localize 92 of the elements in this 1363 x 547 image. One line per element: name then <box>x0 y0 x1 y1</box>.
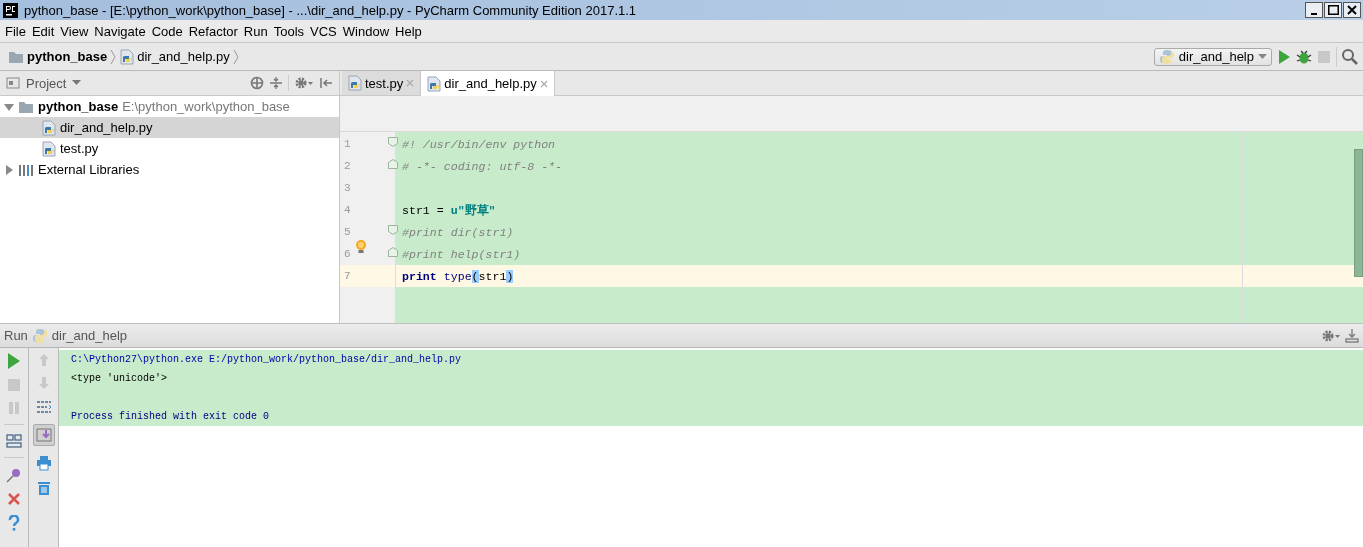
app-logo-icon <box>3 2 18 18</box>
tree-item[interactable]: python_base E:\python_work\python_base <box>0 96 339 117</box>
python-file-icon <box>42 119 56 136</box>
code-line: #print help(str1) <box>401 247 521 261</box>
editor-tab[interactable]: test.py <box>342 71 422 95</box>
line-number: 6 <box>344 248 351 260</box>
chevron-icon <box>232 47 239 66</box>
menu-item[interactable]: Run <box>242 23 273 39</box>
line-number: 3 <box>344 182 351 194</box>
project-view-dropdown[interactable]: Project <box>6 75 104 91</box>
line-number: 7 <box>344 270 351 282</box>
expanded-arrow-icon[interactable] <box>4 101 14 112</box>
tree-label: dir_and_help.py <box>60 120 153 135</box>
lightbulb-icon[interactable] <box>355 239 367 254</box>
scrollbar-thumb[interactable] <box>1354 149 1363 277</box>
python-file-icon <box>120 48 135 65</box>
menu-item[interactable]: VCS <box>309 23 342 39</box>
window-title: python_base - [E:\python_work\python_base] - ...\dir_and_help.py - PyCharm Community Edition 2017.1.1 <box>24 2 638 18</box>
project-icon <box>6 77 20 89</box>
dropdown-arrow-icon <box>1258 53 1267 60</box>
settings-icon[interactable] <box>294 76 314 90</box>
breadcrumb[interactable]: python_base <box>27 49 108 64</box>
breadcrumb[interactable]: dir_and_help.py <box>137 49 230 64</box>
code-line: # -*- coding: utf-8 -*- <box>401 159 563 173</box>
run-tab-label[interactable]: dir_and_help <box>51 328 128 343</box>
code-line: print type(str1) <box>401 269 514 283</box>
crosshair-icon[interactable] <box>250 76 264 90</box>
scroll-to-end-button[interactable] <box>32 424 55 446</box>
folder-icon <box>18 99 34 114</box>
editor-tab[interactable]: dir_and_help.py <box>421 71 555 96</box>
python-file-icon <box>42 140 56 157</box>
maximize-icon <box>1327 5 1339 15</box>
library-icon <box>18 162 34 177</box>
scroll-to-end-icon <box>35 427 52 443</box>
tree-item[interactable]: dir_and_help.py <box>0 117 339 138</box>
help-icon[interactable] <box>8 515 20 531</box>
search-icon[interactable] <box>1341 47 1359 66</box>
collapsed-arrow-icon[interactable] <box>4 164 14 175</box>
close-icon[interactable] <box>7 492 21 506</box>
menu-item[interactable]: Help <box>394 23 427 39</box>
code-line: str1 = u"野草" <box>401 202 496 218</box>
line-number: 1 <box>344 138 351 150</box>
minimize-icon <box>1311 13 1317 15</box>
menu-item[interactable]: View <box>59 23 94 39</box>
close-icon <box>1347 5 1357 15</box>
python-icon <box>1158 48 1175 65</box>
folder-icon <box>8 49 24 64</box>
line-number: 4 <box>344 204 351 216</box>
code-line: #print dir(str1) <box>401 225 514 239</box>
line-number: 2 <box>344 160 351 172</box>
minimize-button[interactable] <box>1305 2 1323 18</box>
line-number: 5 <box>344 226 351 238</box>
python-icon <box>31 327 48 344</box>
run-icon[interactable] <box>7 353 21 369</box>
close-button[interactable] <box>1343 2 1361 18</box>
menu-item[interactable]: Window <box>341 23 395 39</box>
fold-marker-icon[interactable] <box>388 225 398 235</box>
print-icon[interactable] <box>35 455 52 471</box>
fold-marker-icon[interactable] <box>388 137 398 147</box>
hide-panel-icon[interactable] <box>319 76 333 90</box>
maximize-button[interactable] <box>1324 2 1342 18</box>
menu-item[interactable]: Code <box>150 23 188 39</box>
tree-item[interactable]: test.py <box>0 138 339 159</box>
bug-icon[interactable] <box>1296 48 1312 65</box>
chevron-icon <box>110 47 117 66</box>
menu-item[interactable]: Edit <box>30 23 60 39</box>
fold-marker-icon[interactable] <box>388 159 398 169</box>
layout-icon[interactable] <box>6 434 22 448</box>
fold-marker-icon[interactable] <box>388 247 398 257</box>
menu-item[interactable]: Tools <box>272 23 310 39</box>
folder-path: E:\python_work\python_base <box>122 99 290 114</box>
code-line: #! /usr/bin/env python <box>401 137 556 151</box>
tree-label: test.py <box>60 141 99 156</box>
pin-down-icon[interactable] <box>1345 328 1359 343</box>
trash-icon[interactable] <box>36 480 51 496</box>
python-file-icon <box>427 75 442 92</box>
menu-item[interactable]: Refactor <box>187 23 243 39</box>
settings-icon[interactable] <box>1321 328 1341 343</box>
close-icon[interactable] <box>539 79 548 88</box>
collapse-icon[interactable] <box>269 76 283 90</box>
python-file-icon <box>348 75 362 91</box>
tree-label: python_base <box>38 99 119 114</box>
panel-title: Run <box>4 328 28 343</box>
run-configuration-dropdown[interactable]: dir_and_help <box>1153 47 1272 66</box>
tree-label: External Libraries <box>38 162 140 177</box>
tree-item[interactable]: External Libraries <box>0 159 339 180</box>
pin-icon[interactable] <box>6 467 22 483</box>
menu-item[interactable]: File <box>4 23 31 39</box>
close-icon[interactable] <box>406 79 415 87</box>
dropdown-arrow-icon <box>72 80 82 86</box>
soft-wrap-icon[interactable] <box>35 399 52 415</box>
menu-item[interactable]: Navigate <box>93 23 151 39</box>
